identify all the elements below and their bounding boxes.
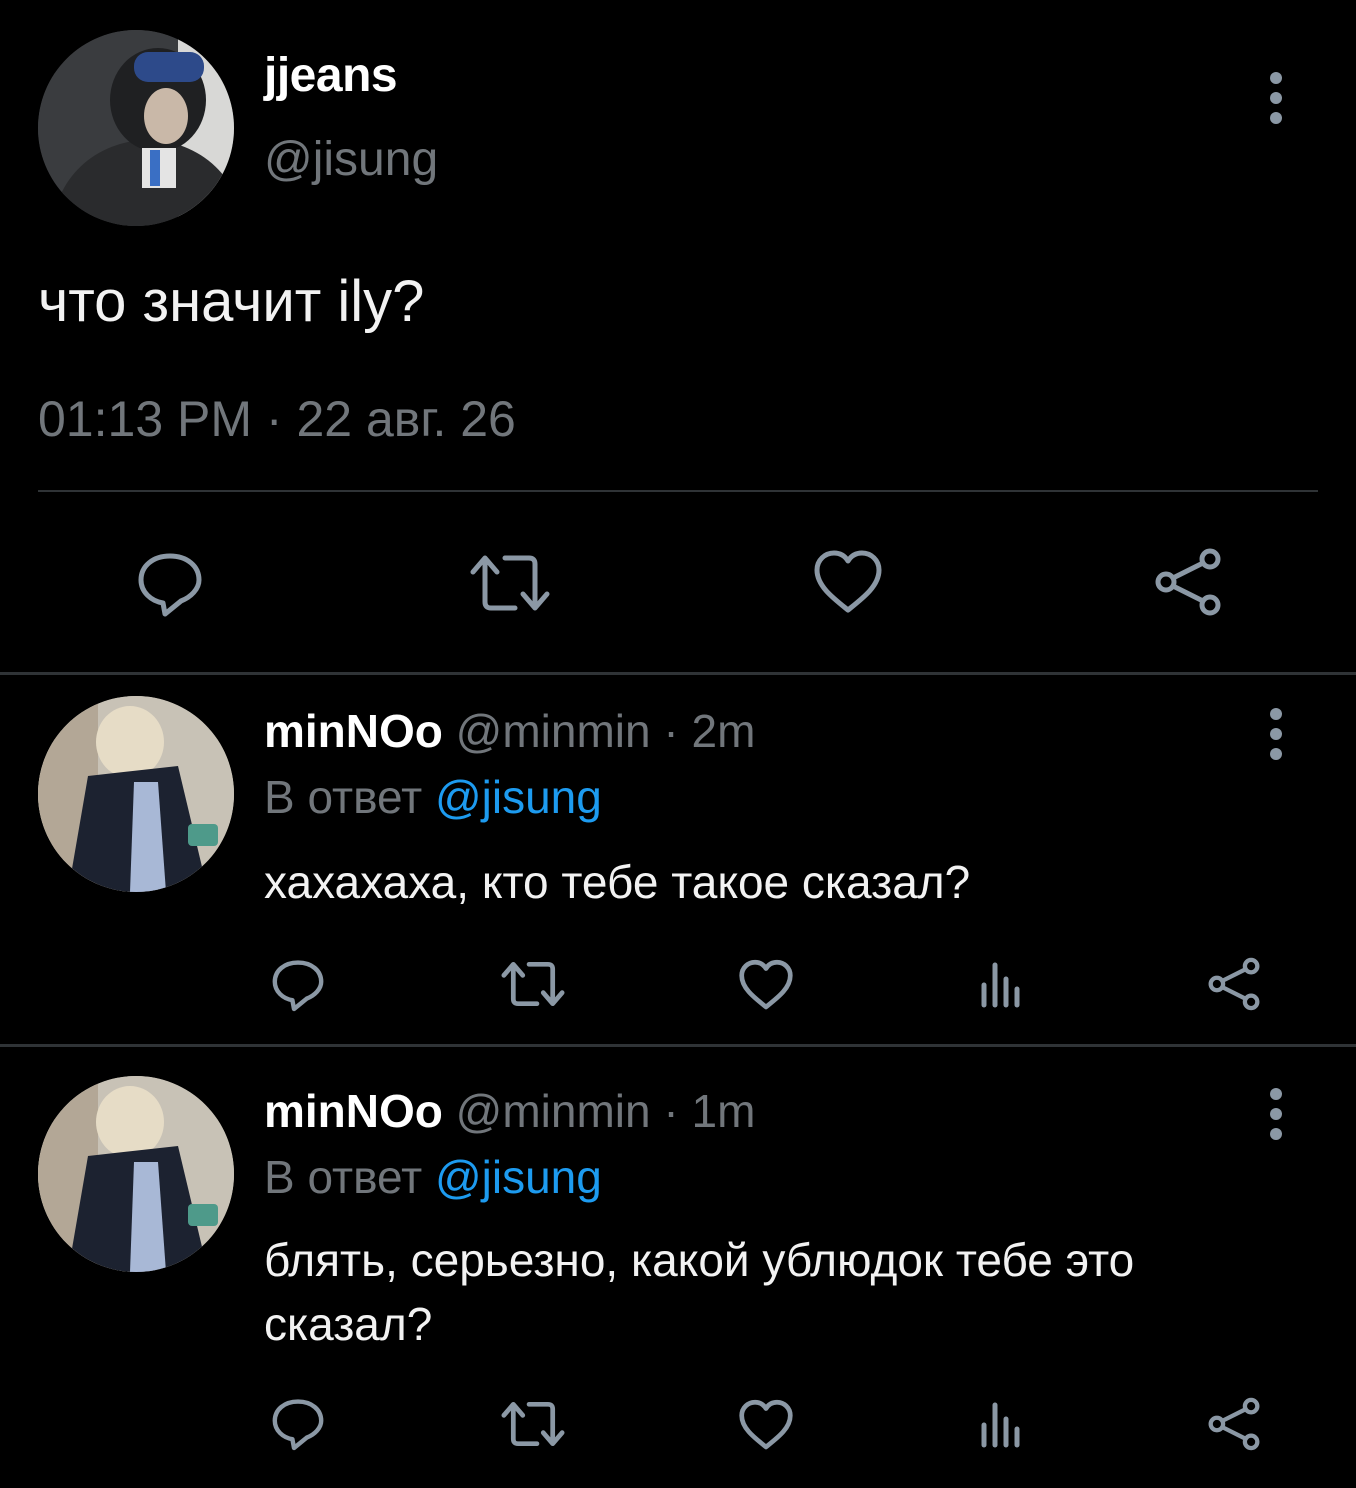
more-options-icon[interactable] — [1268, 72, 1284, 132]
retweet-icon — [470, 555, 550, 611]
reply-to-line: В ответ @jisung — [264, 770, 602, 824]
analytics-icon — [981, 962, 1020, 1008]
reply-avatar[interactable] — [38, 1076, 234, 1272]
reply-text: блять, серьезно, какой ублюдок тебе это … — [264, 1234, 1135, 1350]
analytics-icon — [981, 1402, 1020, 1448]
reply-button[interactable] — [268, 955, 328, 1015]
reply-button[interactable] — [268, 1394, 328, 1454]
heart-icon — [739, 1399, 793, 1450]
retweet-button[interactable] — [466, 548, 554, 618]
like-button[interactable] — [810, 546, 886, 618]
author-display-name[interactable]: jjeans — [264, 48, 398, 103]
divider — [38, 490, 1318, 492]
reply-bubble-icon — [138, 553, 202, 617]
heart-icon — [814, 550, 882, 613]
reply-time: 1m — [691, 1085, 756, 1137]
separator — [0, 1044, 1356, 1047]
reply-header: minNOo @minmin · 1m — [264, 1084, 755, 1138]
tweet-text: что значит ily? — [38, 269, 425, 334]
retweet-button[interactable] — [498, 1396, 568, 1452]
retweet-button[interactable] — [498, 956, 568, 1012]
like-button[interactable] — [736, 956, 796, 1014]
reply-avatar[interactable] — [38, 696, 234, 892]
reply-handle[interactable]: @minmin — [456, 705, 651, 757]
reply-button[interactable] — [130, 546, 210, 622]
retweet-icon — [501, 961, 565, 1007]
reply-text: хахахаха, кто тебе такое сказал? — [264, 856, 971, 908]
separator-dot: · — [663, 1085, 679, 1137]
heart-icon — [739, 959, 793, 1010]
like-button[interactable] — [736, 1396, 796, 1454]
reply-handle[interactable]: @minmin — [456, 1085, 651, 1137]
separator-dot: · — [663, 705, 679, 757]
separator — [0, 672, 1356, 675]
share-button[interactable] — [1204, 1394, 1264, 1454]
reply-bubble-icon — [272, 1399, 324, 1451]
more-options-icon[interactable] — [1268, 708, 1284, 768]
analytics-button[interactable] — [972, 956, 1028, 1012]
reply-display-name[interactable]: minNOo — [264, 1085, 443, 1137]
share-icon — [1208, 957, 1260, 1011]
reply-to-label: В ответ — [264, 1151, 423, 1203]
reply-to-label: В ответ — [264, 771, 423, 823]
more-options-icon[interactable] — [1268, 1088, 1284, 1148]
reply-header: minNOo @minmin · 2m — [264, 704, 755, 758]
share-button[interactable] — [1204, 954, 1264, 1014]
retweet-icon — [501, 1401, 565, 1447]
share-button[interactable] — [1150, 546, 1226, 618]
mention-link[interactable]: @jisung — [435, 1151, 602, 1203]
share-icon — [1208, 1397, 1260, 1451]
avatar-photo-icon — [38, 696, 234, 892]
author-handle[interactable]: @jisung — [264, 132, 438, 187]
tweet-timestamp: 01:13 PM · 22 авг. 26 — [38, 391, 516, 447]
author-avatar[interactable] — [38, 30, 234, 226]
share-icon — [1155, 548, 1221, 616]
reply-to-line: В ответ @jisung — [264, 1150, 602, 1204]
reply-display-name[interactable]: minNOo — [264, 705, 443, 757]
mention-link[interactable]: @jisung — [435, 771, 602, 823]
reply-bubble-icon — [272, 960, 324, 1012]
avatar-photo-icon — [38, 30, 234, 226]
avatar-photo-icon — [38, 1076, 234, 1272]
reply-time: 2m — [691, 705, 756, 757]
analytics-button[interactable] — [972, 1396, 1028, 1452]
